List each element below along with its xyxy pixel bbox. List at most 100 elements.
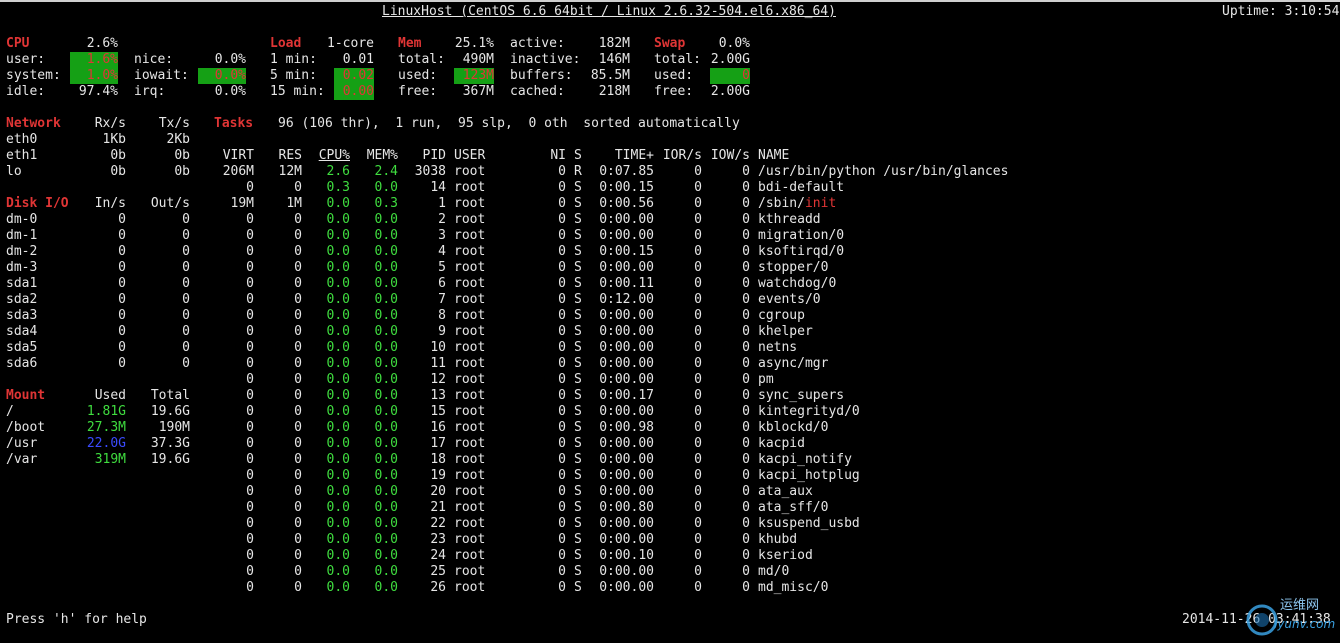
process-state: S (574, 276, 582, 291)
mount-path: / (6, 404, 14, 419)
process-user: root (454, 340, 486, 355)
cpu-idle-value: 97.4% (78, 84, 118, 99)
col-virt-header[interactable]: VIRT (214, 148, 254, 164)
process-cpu: 0.0 (326, 292, 350, 307)
diskio-in-header: In/s (94, 196, 126, 211)
col-iow-header[interactable]: IOW/s (710, 148, 750, 164)
load-15min-label: 15 min: (270, 84, 325, 99)
swap-label: Swap (654, 36, 686, 51)
process-ior: 0 (694, 532, 702, 547)
col-cpu-header[interactable]: CPU% (310, 148, 350, 164)
process-name: ata_sff/0 (758, 500, 828, 516)
process-name: md/0 (758, 564, 789, 580)
disk-out-value: 0 (182, 260, 190, 275)
process-user: root (454, 276, 486, 291)
process-command: async/mgr (758, 356, 829, 371)
process-pid: 10 (430, 340, 446, 355)
process-virt: 0 (246, 532, 254, 547)
process-time: 0:00.00 (599, 516, 654, 531)
disk-in-value: 0 (118, 228, 126, 243)
network-tx-value: 2Kb (166, 132, 190, 147)
process-virt: 0 (246, 228, 254, 243)
process-cpu: 0.0 (326, 340, 350, 355)
process-res: 1M (286, 196, 302, 211)
process-ior: 0 (694, 356, 702, 371)
process-name: md_misc/0 (758, 580, 828, 596)
process-cpu: 0.0 (326, 532, 350, 547)
col-user-header[interactable]: USER (454, 148, 485, 164)
mount-used-header: Used (94, 388, 126, 403)
process-state: S (574, 500, 582, 515)
col-s-header[interactable]: S (574, 148, 582, 164)
disk-out-value: 0 (182, 324, 190, 339)
mem-used-label: used: (398, 68, 438, 83)
process-ni: 0 (558, 500, 566, 515)
process-mem: 2.4 (374, 164, 398, 179)
process-res: 0 (294, 180, 302, 195)
process-command: kintegrityd/0 (758, 404, 860, 419)
process-user: root (454, 420, 486, 435)
process-virt: 0 (246, 580, 254, 595)
process-ni: 0 (558, 340, 566, 355)
process-cpu: 0.0 (326, 244, 350, 259)
process-state: S (574, 484, 582, 499)
process-ni: 0 (558, 452, 566, 467)
mount-used-value: 1.81G (86, 404, 126, 419)
disk-out-value: 0 (182, 356, 190, 371)
process-res: 0 (294, 532, 302, 547)
process-virt: 0 (246, 308, 254, 323)
col-ior-header[interactable]: IOR/s (662, 148, 702, 164)
process-ni: 0 (558, 324, 566, 339)
mem-inactive-value: 146M (598, 52, 630, 67)
process-command: md_misc/0 (758, 580, 829, 595)
col-name-header[interactable]: NAME (758, 148, 789, 164)
process-pid: 26 (430, 580, 446, 595)
process-ni: 0 (558, 196, 566, 211)
process-command: pm (758, 372, 774, 387)
col-pid-header[interactable]: PID (406, 148, 446, 164)
network-rx-value: 0b (110, 164, 126, 179)
process-cpu: 0.0 (326, 388, 350, 403)
process-ior: 0 (694, 452, 702, 467)
process-user: root (454, 164, 486, 179)
process-mem: 0.0 (374, 212, 398, 227)
cpu-label: CPU (6, 36, 30, 51)
network-rx-value: 1Kb (102, 132, 126, 147)
process-command: events/0 (758, 292, 821, 307)
process-virt: 0 (246, 244, 254, 259)
mount-path: /var (6, 452, 38, 467)
process-name: bdi-default (758, 180, 844, 196)
process-user: root (454, 228, 486, 243)
tasks-label: Tasks (214, 116, 254, 131)
cpu-iowait-value: 0.0% (198, 68, 246, 84)
process-state: S (574, 548, 582, 563)
process-mem: 0.0 (374, 436, 398, 451)
col-mem-header[interactable]: MEM% (358, 148, 398, 164)
diskio-out-header: Out/s (150, 196, 190, 211)
process-name: /sbin/init (758, 196, 836, 212)
col-ni-header[interactable]: NI (542, 148, 566, 164)
process-ior: 0 (694, 308, 702, 323)
process-name: kblockd/0 (758, 420, 828, 436)
col-time-header[interactable]: TIME+ (598, 148, 654, 164)
process-ior: 0 (694, 548, 702, 563)
disk-in-value: 0 (118, 340, 126, 355)
col-res-header[interactable]: RES (270, 148, 302, 164)
mount-path: /boot (6, 420, 46, 435)
process-mem: 0.0 (374, 516, 398, 531)
process-command: khubd (758, 532, 798, 547)
process-ni: 0 (558, 308, 566, 323)
process-cpu: 0.0 (326, 308, 350, 323)
process-state: S (574, 180, 582, 195)
process-res: 0 (294, 276, 302, 291)
window-title: LinuxHost (CentOS 6.6 64bit / Linux 2.6.… (382, 4, 836, 19)
process-command: kthreadd (758, 212, 821, 227)
process-cpu: 0.0 (326, 276, 350, 291)
cpu-iowait-label: iowait: (134, 68, 189, 83)
process-cpu: 0.0 (326, 260, 350, 275)
process-command: ksuspend_usbd (758, 516, 860, 531)
process-iow: 0 (742, 484, 750, 499)
process-time: 0:00.00 (599, 228, 654, 243)
process-virt: 0 (246, 436, 254, 451)
network-tx-header: Tx/s (158, 116, 190, 131)
